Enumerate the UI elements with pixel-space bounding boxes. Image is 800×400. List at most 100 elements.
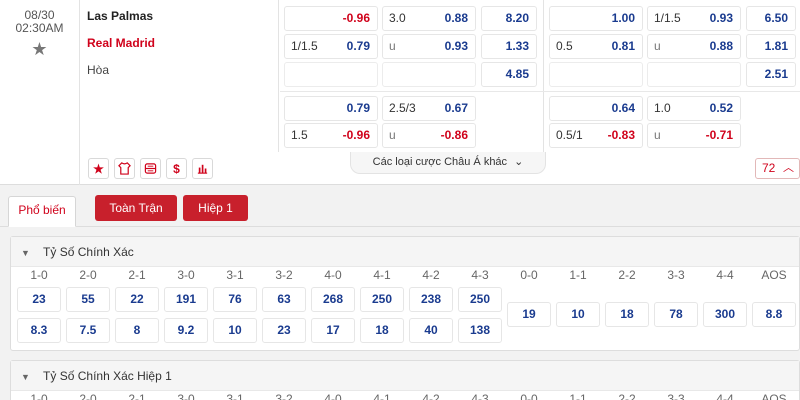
score-odd-button[interactable]: 19 (507, 302, 551, 327)
chevron-up-icon: ︿ (783, 162, 794, 174)
favorite-star-icon[interactable]: ★ (0, 40, 79, 58)
score-label: 3-3 (667, 268, 685, 282)
alt-ft-handicap-home-odd[interactable]: 0.79 (284, 96, 378, 121)
alt-fh-over-odd[interactable]: 1.0 0.52 (647, 96, 741, 121)
ft-over-odd[interactable]: 3.0 0.88 (382, 6, 476, 31)
home-team-name: Las Palmas (87, 9, 154, 23)
fh-1x2-home-odd[interactable]: 6.50 (746, 6, 796, 31)
score-label: AOS (761, 392, 787, 400)
correct-score-header[interactable]: ▼ Tỷ Số Chính Xác (11, 237, 799, 267)
ft-handicap-away-odd[interactable]: 1/1.5 0.79 (284, 34, 378, 59)
score-label: 4-2 (422, 268, 440, 282)
score-odd-button[interactable]: 18 (605, 302, 649, 327)
score-label: AOS (761, 268, 787, 282)
under-label: u (654, 128, 661, 142)
other-asian-bets-toggle[interactable]: Các loại cược Châu Á khác ⌄ (350, 152, 546, 174)
column-divider (278, 0, 279, 152)
tab-fulltime[interactable]: Toàn Trận (95, 195, 177, 221)
score-label: 1-1 (569, 268, 587, 282)
match-time-column: 08/30 02:30AM ★ (0, 0, 80, 185)
dollar-icon[interactable]: $ (166, 158, 187, 179)
score-label: 3-3 (667, 392, 685, 400)
score-odd-button[interactable]: 8.8 (752, 302, 796, 327)
ft-overunder-empty (382, 62, 476, 87)
alt-fh-handicap-home-odd[interactable]: 0.64 (549, 96, 643, 121)
correct-score-half-header[interactable]: ▼ Tỷ Số Chính Xác Hiệp 1 (11, 361, 799, 391)
score-label: 3-0 (177, 392, 195, 400)
score-label: 3-1 (226, 392, 244, 400)
over-line: 2.5/3 (389, 101, 416, 115)
score-label: 2-1 (128, 268, 146, 282)
caret-down-icon: ▼ (21, 372, 30, 382)
match-time: 02:30AM (15, 21, 64, 35)
jersey-icon[interactable] (114, 158, 135, 179)
ft-1x2-away-odd[interactable]: 1.33 (481, 34, 537, 59)
market-tabs: Phổ biến Toàn Trận Hiệp 1 (0, 185, 800, 227)
score-label: 0-0 (520, 392, 538, 400)
fh-1x2-away-odd[interactable]: 1.81 (746, 34, 796, 59)
score-label: 2-1 (128, 392, 146, 400)
alt-ft-handicap-away-odd[interactable]: 1.5 -0.96 (284, 123, 378, 148)
star-icon[interactable]: ★ (88, 158, 109, 179)
score-odd-button[interactable]: 300 (703, 302, 747, 327)
alt-fh-under-odd[interactable]: u -0.71 (647, 123, 741, 148)
handicap-line: 0.5 (556, 39, 573, 53)
row-divider (280, 91, 800, 92)
score-label: 1-0 (30, 268, 48, 282)
other-bets-label: Các loại cược Châu Á khác (372, 156, 508, 168)
ft-handicap-empty (284, 62, 378, 87)
fh-over-odd[interactable]: 1/1.5 0.93 (647, 6, 741, 31)
away-team-name: Real Madrid (87, 36, 156, 50)
score-label-row: 1-0 2-0 2-1 3-0 3-1 3-2 4-0 4-1 4-2 4-3 0-0 1-1 2-2 3… (11, 392, 800, 400)
under-label: u (389, 128, 396, 142)
fh-overunder-empty (647, 62, 741, 87)
fh-under-odd[interactable]: u 0.88 (647, 34, 741, 59)
ft-1x2-home-odd[interactable]: 8.20 (481, 6, 537, 31)
fh-1x2-draw-odd[interactable]: 2.51 (746, 62, 796, 87)
correct-score-half-section: ▼ Tỷ Số Chính Xác Hiệp 1 1-0 2-0 2-1 3-0 3-1… (10, 360, 800, 400)
score-odd-button[interactable]: 78 (654, 302, 698, 327)
score-label: 4-2 (422, 392, 440, 400)
over-line: 1/1.5 (654, 11, 681, 25)
match-odds-page: 08/30 02:30AM ★ Las Palmas Real Madrid H… (0, 0, 800, 400)
score-label: 4-4 (716, 392, 734, 400)
fh-handicap-away-odd[interactable]: 0.5 0.81 (549, 34, 643, 59)
draw-label: Hòa (87, 63, 110, 77)
score-label: 2-2 (618, 268, 636, 282)
ft-under-odd[interactable]: u 0.93 (382, 34, 476, 59)
section-title: Tỷ Số Chính Xác Hiệp 1 (43, 369, 172, 383)
score-label: 0-0 (520, 268, 538, 282)
score-label: 1-1 (569, 392, 587, 400)
score-label: 4-1 (373, 268, 391, 282)
alt-ft-under-odd[interactable]: u -0.86 (382, 123, 476, 148)
handicap-line: 1/1.5 (291, 39, 318, 53)
under-label: u (389, 39, 396, 53)
alt-fh-handicap-away-odd[interactable]: 0.5/1 -0.83 (549, 123, 643, 148)
score-label: 3-0 (177, 268, 195, 282)
ft-1x2-draw-odd[interactable]: 4.85 (481, 62, 537, 87)
over-line: 1.0 (654, 101, 671, 115)
handicap-line: 1.5 (291, 128, 308, 142)
correct-score-section: ▼ Tỷ Số Chính Xác 1-0 2-0 2-1 3-0 3-1 3-2 4-0 4… (10, 236, 800, 351)
score-label: 4-0 (324, 392, 342, 400)
column-divider (543, 0, 544, 152)
score-odd-button[interactable]: 10 (556, 302, 600, 327)
score-label-row: 1-0 2-0 2-1 3-0 3-1 3-2 4-0 4-1 4-2 4-3 0-0 1-1 2-2 3… (11, 268, 800, 284)
tab-popular[interactable]: Phổ biến (8, 196, 76, 227)
market-count-toggle[interactable]: 72 ︿ (755, 158, 800, 179)
score-label: 4-0 (324, 268, 342, 282)
lineup-icon[interactable] (140, 158, 161, 179)
tab-firsthalf[interactable]: Hiệp 1 (183, 195, 248, 221)
score-label: 2-2 (618, 392, 636, 400)
score-label: 3-1 (226, 268, 244, 282)
alt-ft-over-odd[interactable]: 2.5/3 0.67 (382, 96, 476, 121)
ft-handicap-home-odd[interactable]: -0.96 (284, 6, 378, 31)
section-title: Tỷ Số Chính Xác (43, 245, 134, 259)
stats-chart-icon[interactable] (192, 158, 213, 179)
chevron-down-icon: ⌄ (514, 156, 524, 168)
caret-down-icon: ▼ (21, 248, 30, 258)
score-label: 3-2 (275, 268, 293, 282)
market-count: 72 (762, 161, 776, 175)
fh-handicap-home-odd[interactable]: 1.00 (549, 6, 643, 31)
score-label: 4-1 (373, 392, 391, 400)
